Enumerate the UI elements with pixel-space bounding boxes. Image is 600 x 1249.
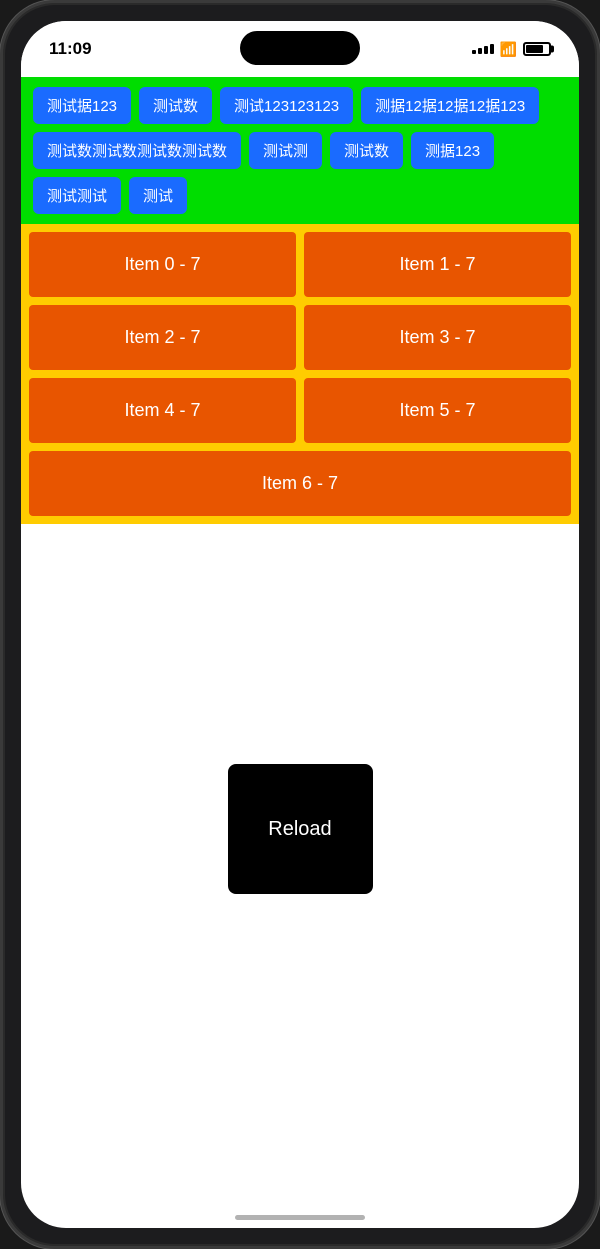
phone-frame: 11:09 📶 测试据123 测试数 测试123 (0, 0, 600, 1249)
tag-chip-0[interactable]: 测试据123 (33, 87, 131, 124)
bottom-white (21, 954, 579, 1114)
grid-item-2[interactable]: Item 2 - 7 (29, 305, 296, 370)
tag-chip-9[interactable]: 测试 (129, 177, 187, 214)
tag-chip-6[interactable]: 测试数 (330, 132, 403, 169)
grid-item-3[interactable]: Item 3 - 7 (304, 305, 571, 370)
grid-item-5[interactable]: Item 5 - 7 (304, 378, 571, 443)
grid-section: Item 0 - 7 Item 1 - 7 Item 2 - 7 Item 3 … (21, 224, 579, 524)
tag-chip-7[interactable]: 测据123 (411, 132, 494, 169)
status-time: 11:09 (49, 39, 92, 59)
grid-item-4[interactable]: Item 4 - 7 (29, 378, 296, 443)
reload-button[interactable]: Reload (228, 764, 373, 894)
tag-chip-4[interactable]: 测试数测试数测试数测试数 (33, 132, 241, 169)
home-indicator (235, 1215, 365, 1220)
tag-chip-1[interactable]: 测试数 (139, 87, 212, 124)
tag-section: 测试据123 测试数 测试123123123 测据12据12据12据123 测试… (21, 77, 579, 224)
phone-screen: 11:09 📶 测试据123 测试数 测试123 (21, 21, 579, 1228)
screen-content[interactable]: 测试据123 测试数 测试123123123 测据12据12据12据123 测试… (21, 77, 579, 1228)
tag-chip-3[interactable]: 测据12据12据12据123 (361, 87, 539, 124)
tag-chip-2[interactable]: 测试123123123 (220, 87, 353, 124)
white-space (21, 524, 579, 724)
grid-item-6[interactable]: Item 6 - 7 (29, 451, 571, 516)
wifi-icon: 📶 (500, 41, 517, 58)
status-icons: 📶 (472, 41, 551, 58)
status-bar: 11:09 📶 (21, 21, 579, 77)
grid-item-0[interactable]: Item 0 - 7 (29, 232, 296, 297)
dynamic-island (240, 31, 360, 65)
grid-item-1[interactable]: Item 1 - 7 (304, 232, 571, 297)
grid-container: Item 0 - 7 Item 1 - 7 Item 2 - 7 Item 3 … (21, 224, 579, 524)
reload-area: Reload (21, 724, 579, 954)
tag-chip-8[interactable]: 测试测试 (33, 177, 121, 214)
tag-chip-5[interactable]: 测试测 (249, 132, 322, 169)
battery-icon (523, 42, 551, 56)
signal-dots-icon (472, 44, 494, 54)
